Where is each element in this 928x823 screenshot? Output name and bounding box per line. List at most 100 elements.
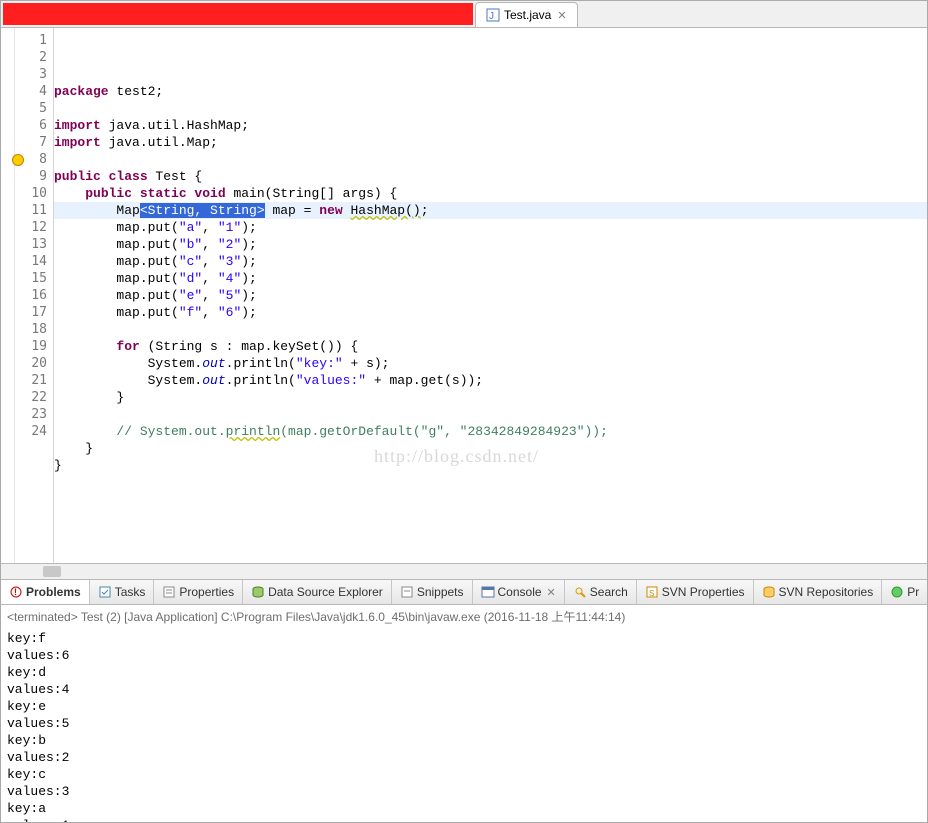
code-line[interactable]: } bbox=[54, 457, 927, 474]
line-number: 9 bbox=[15, 168, 53, 185]
editor-tab-test-java[interactable]: J Test.java ✕ bbox=[475, 2, 578, 27]
code-line[interactable] bbox=[54, 474, 927, 491]
line-number: 7 bbox=[15, 134, 53, 151]
view-tab-pr[interactable]: Pr bbox=[882, 580, 927, 604]
code-line[interactable]: map.put("c", "3"); bbox=[54, 253, 927, 270]
console-icon bbox=[481, 585, 495, 599]
view-tab-label: Data Source Explorer bbox=[268, 585, 383, 599]
java-file-icon: J bbox=[486, 8, 500, 22]
code-line[interactable]: public class Test { bbox=[54, 168, 927, 185]
code-line[interactable]: System.out.println("values:" + map.get(s… bbox=[54, 372, 927, 389]
view-tab-svnprops[interactable]: S SVN Properties bbox=[637, 580, 754, 604]
svnrepo-icon bbox=[762, 585, 776, 599]
code-line[interactable]: for (String s : map.keySet()) { bbox=[54, 338, 927, 355]
console-line: values:2 bbox=[7, 749, 921, 766]
code-line[interactable]: System.out.println("key:" + s); bbox=[54, 355, 927, 372]
code-line[interactable]: public static void main(String[] args) { bbox=[54, 185, 927, 202]
view-tab-label: Snippets bbox=[417, 585, 464, 599]
view-tab-snippets[interactable]: Snippets bbox=[392, 580, 473, 604]
view-tab-tasks[interactable]: Tasks bbox=[90, 580, 155, 604]
problems-icon: ! bbox=[9, 585, 23, 599]
view-tab-console[interactable]: Console ✕ bbox=[473, 580, 565, 604]
code-line[interactable]: map.put("e", "5"); bbox=[54, 287, 927, 304]
console-line: values:6 bbox=[7, 647, 921, 664]
view-tab-dse[interactable]: Data Source Explorer bbox=[243, 580, 392, 604]
marker-bar bbox=[1, 28, 15, 563]
console-line: key:d bbox=[7, 664, 921, 681]
svg-text:!: ! bbox=[14, 587, 17, 597]
line-number: 1 bbox=[15, 32, 53, 49]
redacted-region bbox=[3, 3, 473, 25]
console-line: key:c bbox=[7, 766, 921, 783]
line-number: 24 bbox=[15, 423, 53, 440]
code-line[interactable]: // System.out.println(map.getOrDefault("… bbox=[54, 423, 927, 440]
console-output[interactable]: key:fvalues:6key:dvalues:4key:evalues:5k… bbox=[1, 628, 927, 823]
view-tab-properties[interactable]: Properties bbox=[154, 580, 243, 604]
console-line: key:a bbox=[7, 800, 921, 817]
console-line: key:f bbox=[7, 630, 921, 647]
code-area[interactable]: http://blog.csdn.net/ package test2;impo… bbox=[54, 28, 927, 563]
horizontal-scrollbar[interactable] bbox=[1, 564, 927, 580]
line-number: 14 bbox=[15, 253, 53, 270]
code-line[interactable]: import java.util.Map; bbox=[54, 134, 927, 151]
close-icon[interactable]: ✕ bbox=[547, 586, 556, 599]
view-tab-label: Tasks bbox=[115, 585, 146, 599]
line-number: 16 bbox=[15, 287, 53, 304]
console-line: values:3 bbox=[7, 783, 921, 800]
code-line[interactable]: Map<String, String> map = new HashMap(); bbox=[54, 202, 927, 219]
line-number-gutter: 123456789101112131415161718192021222324 bbox=[15, 28, 54, 563]
code-line[interactable] bbox=[54, 100, 927, 117]
console-line: values:1 bbox=[7, 817, 921, 823]
close-icon[interactable]: ✕ bbox=[557, 9, 566, 22]
line-number: 23 bbox=[15, 406, 53, 423]
line-number: 19 bbox=[15, 338, 53, 355]
code-line[interactable]: } bbox=[54, 440, 927, 457]
line-number: 13 bbox=[15, 236, 53, 253]
console-line: values:5 bbox=[7, 715, 921, 732]
scrollbar-thumb[interactable] bbox=[43, 566, 61, 577]
code-line[interactable] bbox=[54, 321, 927, 338]
code-line[interactable]: map.put("f", "6"); bbox=[54, 304, 927, 321]
view-tab-label: Properties bbox=[179, 585, 234, 599]
console-line: values:4 bbox=[7, 681, 921, 698]
editor-tab-label: Test.java bbox=[504, 8, 551, 22]
pr-icon bbox=[890, 585, 904, 599]
dse-icon bbox=[251, 585, 265, 599]
views-tab-bar: ! Problems Tasks Properties Data Source Expl… bbox=[1, 580, 927, 605]
code-line[interactable]: map.put("b", "2"); bbox=[54, 236, 927, 253]
line-number: 2 bbox=[15, 49, 53, 66]
view-tab-search[interactable]: Search bbox=[565, 580, 637, 604]
line-number: 8 bbox=[15, 151, 53, 168]
view-tab-label: Pr bbox=[907, 585, 919, 599]
line-number: 12 bbox=[15, 219, 53, 236]
line-number: 18 bbox=[15, 321, 53, 338]
tasks-icon bbox=[98, 585, 112, 599]
line-number: 21 bbox=[15, 372, 53, 389]
code-line[interactable]: package test2; bbox=[54, 83, 927, 100]
line-number: 22 bbox=[15, 389, 53, 406]
console-line: key:b bbox=[7, 732, 921, 749]
code-line[interactable]: } bbox=[54, 389, 927, 406]
line-number: 20 bbox=[15, 355, 53, 372]
snippets-icon bbox=[400, 585, 414, 599]
line-number: 11 bbox=[15, 202, 53, 219]
view-tab-label: SVN Properties bbox=[662, 585, 745, 599]
code-line[interactable]: map.put("a", "1"); bbox=[54, 219, 927, 236]
line-number: 3 bbox=[15, 66, 53, 83]
view-tab-svnrepo[interactable]: SVN Repositories bbox=[754, 580, 883, 604]
view-tab-problems[interactable]: ! Problems bbox=[1, 580, 90, 604]
code-line[interactable] bbox=[54, 151, 927, 168]
code-line[interactable]: map.put("d", "4"); bbox=[54, 270, 927, 287]
code-editor[interactable]: 123456789101112131415161718192021222324 … bbox=[1, 28, 927, 564]
line-number: 17 bbox=[15, 304, 53, 321]
view-tab-label: SVN Repositories bbox=[779, 585, 874, 599]
line-number: 5 bbox=[15, 100, 53, 117]
view-tab-label: Problems bbox=[26, 585, 81, 599]
code-line[interactable] bbox=[54, 406, 927, 423]
view-tab-label: Search bbox=[590, 585, 628, 599]
view-tab-label: Console bbox=[498, 585, 542, 599]
line-number: 4 bbox=[15, 83, 53, 100]
line-number: 10 bbox=[15, 185, 53, 202]
code-line[interactable]: import java.util.HashMap; bbox=[54, 117, 927, 134]
svg-text:S: S bbox=[649, 589, 654, 598]
